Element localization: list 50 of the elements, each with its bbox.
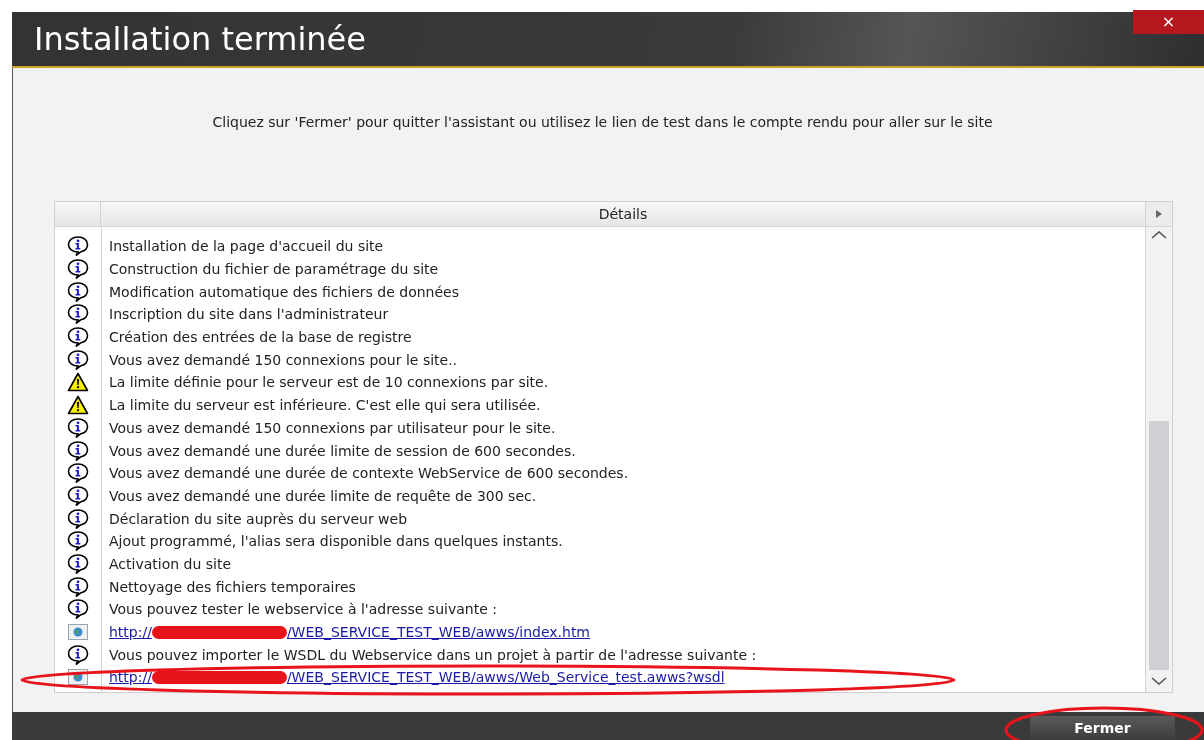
info-icon xyxy=(67,485,89,506)
log-message: Vous pouvez importer le WSDL du Webservice dans un projet à partir de l'adresse suivante : xyxy=(109,646,757,663)
log-message: Activation du site xyxy=(109,555,232,572)
url-link[interactable]: http:// xyxy=(109,625,152,640)
close-button[interactable]: × xyxy=(1133,10,1204,34)
log-message: Ajout programmé, l'alias sera disponible dans quelques instants. xyxy=(109,533,563,550)
warning-icon xyxy=(67,372,89,393)
instruction-text: Cliquez sur 'Fermer' pour quitter l'assistant ou utilisez le lien de test dans le compte rendu pour aller sur le site xyxy=(211,113,994,132)
url-link[interactable]: /WEB_SERVICE_TEST_WEB/awws/index.htm xyxy=(286,625,590,640)
info-icon xyxy=(67,463,89,484)
log-message: Création des entrées de la base de registre xyxy=(109,329,412,346)
header-menu-button[interactable] xyxy=(1146,202,1172,227)
log-message: Vous avez demandé 150 connexions par utilisateur pour le site. xyxy=(109,419,556,436)
log-message: Modification automatique des fichiers de données xyxy=(109,283,459,300)
log-message: Inscription du site dans l'administrateur xyxy=(109,306,389,323)
close-dialog-button[interactable]: Fermer xyxy=(1030,716,1175,740)
info-icon xyxy=(67,576,89,597)
log-message: Vous pouvez tester le webservice à l'adresse suivante : xyxy=(109,601,497,618)
info-icon xyxy=(67,531,89,552)
log-message: Déclaration du site auprès du serveur web xyxy=(109,510,408,527)
info-icon xyxy=(67,259,89,280)
info-icon xyxy=(67,281,89,302)
globe-icon xyxy=(68,624,88,641)
chevron-down-icon xyxy=(1151,677,1167,685)
scrollbar-thumb[interactable] xyxy=(1149,421,1169,670)
chevron-up-icon xyxy=(1151,231,1167,239)
log-message: Vous avez demandé 150 connexions pour le site.. xyxy=(109,351,458,368)
log-message: Vous avez demandé une durée de contexte WebService de 600 secondes. xyxy=(109,465,629,482)
info-icon xyxy=(67,553,89,574)
log-message: La limite définie pour le serveur est de 10 connexions par site. xyxy=(109,374,549,391)
play-arrow-icon xyxy=(1156,210,1162,218)
log-message: Vous avez demandé une durée limite de session de 600 secondes. xyxy=(109,442,576,459)
warning-icon xyxy=(67,395,89,416)
info-icon xyxy=(67,304,89,325)
log-message: La limite du serveur est inférieure. C'est elle qui sera utilisée. xyxy=(109,397,541,414)
url-link[interactable]: /WEB_SERVICE_TEST_WEB/awws/Web_Service_test.awws?wsdl xyxy=(286,670,725,685)
log-message: Nettoyage des fichiers temporaires xyxy=(109,578,356,595)
window-title: Installation terminée xyxy=(34,23,366,55)
info-icon xyxy=(67,236,89,257)
url-link[interactable]: http:// xyxy=(109,670,152,685)
info-icon xyxy=(67,644,89,665)
log-message: Installation de la page d'accueil du site xyxy=(109,238,384,255)
info-icon xyxy=(67,440,89,461)
info-icon xyxy=(67,508,89,529)
log-message: Construction du fichier de paramétrage du site xyxy=(109,261,439,278)
log-message: Vous avez demandé une durée limite de requête de 300 sec. xyxy=(109,487,537,504)
info-icon xyxy=(67,599,89,620)
info-icon xyxy=(67,417,89,438)
info-icon xyxy=(67,349,89,370)
info-icon xyxy=(67,327,89,348)
